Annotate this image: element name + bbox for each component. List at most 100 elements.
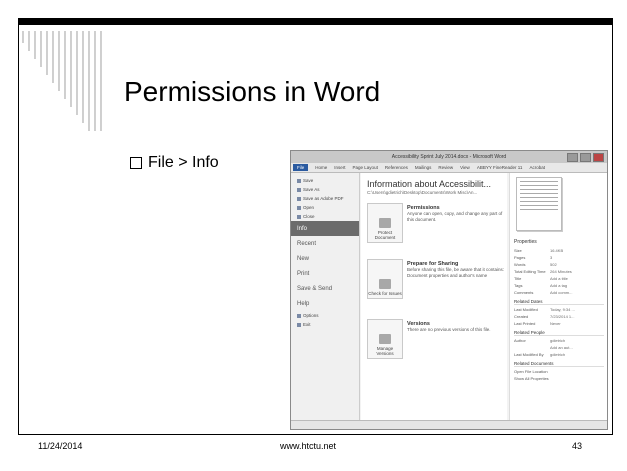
property-key: Created xyxy=(514,314,529,319)
tab-file[interactable]: File xyxy=(293,164,309,171)
slide-title: Permissions in Word xyxy=(124,76,381,107)
word-screenshot: Accessibility Sprint July 2014.docx - Mi… xyxy=(290,150,608,430)
show-all-properties-link[interactable]: Show All Properties xyxy=(510,375,607,382)
folder-icon xyxy=(297,205,301,210)
tab-acrobat[interactable]: Acrobat xyxy=(529,165,545,170)
property-value[interactable]: Add an aut... xyxy=(550,345,573,350)
info-title: Information about Accessibilit... xyxy=(367,179,492,189)
properties-heading[interactable]: Properties xyxy=(514,239,607,245)
property-row: Words 502 xyxy=(510,261,607,268)
sidebar-item-save-pdf[interactable]: Save as Adobe PDF xyxy=(291,194,359,203)
property-value[interactable]: Add a tag xyxy=(550,283,567,288)
checkbox-bullet-icon xyxy=(130,157,142,169)
decorative-stripes xyxy=(22,31,102,131)
horizontal-scrollbar[interactable] xyxy=(291,420,607,429)
sidebar-item-save[interactable]: Save xyxy=(291,176,359,185)
permissions-desc: Anyone can open, copy, and change any pa… xyxy=(407,211,503,222)
protect-document-button[interactable]: Protect Document xyxy=(367,203,403,243)
inspect-icon xyxy=(379,279,391,289)
properties-panel: Properties Size 16.4KB Pages 3 Words 502 Total… xyxy=(509,173,607,421)
sidebar-item-save-send[interactable]: Save & Send xyxy=(291,281,359,296)
property-row: Total Editing Time 264 Minutes xyxy=(510,268,607,275)
tab-page-layout[interactable]: Page Layout xyxy=(353,165,378,170)
property-value[interactable]: Never xyxy=(550,321,561,326)
property-key: Words xyxy=(514,262,526,267)
sidebar-item-exit[interactable]: Exit xyxy=(291,320,359,329)
window-controls xyxy=(567,153,604,162)
sidebar-item-save-as[interactable]: Save As xyxy=(291,185,359,194)
top-rule xyxy=(18,18,613,25)
tab-insert[interactable]: Insert xyxy=(334,165,345,170)
tab-references[interactable]: References xyxy=(385,165,408,170)
person-row: Add an aut... xyxy=(510,344,607,351)
property-value[interactable]: 502 xyxy=(550,262,557,267)
property-row: Title Add a title xyxy=(510,275,607,282)
property-value[interactable]: gdietrich xyxy=(550,352,565,357)
ribbon-tabs: File Home Insert Page Layout References … xyxy=(291,163,607,173)
sidebar-item-open[interactable]: Open xyxy=(291,203,359,212)
sidebar-item-label: Exit xyxy=(303,322,311,327)
maximize-icon[interactable] xyxy=(580,153,591,162)
button-label: Manage Versions xyxy=(376,346,394,356)
related-dates-heading: Related Dates xyxy=(514,299,604,305)
manage-versions-button[interactable]: Manage Versions xyxy=(367,319,403,359)
property-key: Last Modified xyxy=(514,307,538,312)
options-icon xyxy=(297,313,301,318)
frame-left xyxy=(18,25,19,435)
sidebar-item-new[interactable]: New xyxy=(291,251,359,266)
property-row: Tags Add a tag xyxy=(510,282,607,289)
info-panel: Information about Accessibilit... C:\Use… xyxy=(361,173,507,421)
check-for-issues-button[interactable]: Check for Issues xyxy=(367,259,403,299)
frame-bottom xyxy=(18,434,613,435)
property-key: Size xyxy=(514,248,522,253)
tab-abbyy[interactable]: ABBYY FineReader 11 xyxy=(477,165,523,170)
property-key: Last Printed xyxy=(514,321,536,326)
sidebar-item-info[interactable]: Info xyxy=(291,221,359,236)
property-key: Total Editing Time xyxy=(514,269,546,274)
tab-view[interactable]: View xyxy=(460,165,470,170)
property-value[interactable]: Today, 9:34 ... xyxy=(550,307,575,312)
sidebar-item-label: Open xyxy=(303,205,315,210)
related-docs-heading: Related Documents xyxy=(514,361,604,367)
versions-section: Manage Versions Versions There are no pr… xyxy=(367,319,507,369)
property-key: Last Modified By xyxy=(514,352,544,357)
tab-review[interactable]: Review xyxy=(438,165,453,170)
tab-home[interactable]: Home xyxy=(315,165,327,170)
property-key: Author xyxy=(514,338,526,343)
sidebar-item-label: Save As xyxy=(303,187,320,192)
close-file-icon xyxy=(297,214,301,219)
person-row: Author gdietrich xyxy=(510,337,607,344)
property-value[interactable]: 264 Minutes xyxy=(550,269,572,274)
tab-mailings[interactable]: Mailings xyxy=(415,165,432,170)
sidebar-item-close[interactable]: Close xyxy=(291,212,359,221)
backstage-sidebar: Save Save As Save as Adobe PDF Open Clos… xyxy=(291,173,360,421)
minimize-icon[interactable] xyxy=(567,153,578,162)
property-value[interactable]: gdietrich xyxy=(550,338,565,343)
sidebar-item-recent[interactable]: Recent xyxy=(291,236,359,251)
property-row: Comments Add comm... xyxy=(510,289,607,296)
person-row: Last Modified By gdietrich xyxy=(510,351,607,358)
file-path: C:\Users\gdietrich\Desktop\Documents\Wor… xyxy=(367,190,478,195)
sidebar-item-label: Close xyxy=(303,214,315,219)
property-key: Tags xyxy=(514,283,523,288)
date-row: Created 7/23/2014 1... xyxy=(510,313,607,320)
related-people-list: Author gdietrich Add an aut... Last Modifie… xyxy=(510,337,607,358)
sidebar-item-help[interactable]: Help xyxy=(291,296,359,311)
pdf-icon xyxy=(297,196,301,201)
property-value[interactable]: 3 xyxy=(550,255,552,260)
property-value[interactable]: 16.4KB xyxy=(550,248,563,253)
related-dates-list: Last Modified Today, 9:34 ... Created 7/23/… xyxy=(510,306,607,327)
sidebar-item-options[interactable]: Options xyxy=(291,311,359,320)
open-file-location-link[interactable]: Open File Location xyxy=(510,368,607,375)
exit-icon xyxy=(297,322,301,327)
permissions-section: Protect Document Permissions Anyone can … xyxy=(367,203,507,253)
sidebar-item-print[interactable]: Print xyxy=(291,266,359,281)
close-icon[interactable] xyxy=(593,153,604,162)
property-value[interactable]: Add a title xyxy=(550,276,568,281)
property-row: Pages 3 xyxy=(510,254,607,261)
versions-icon xyxy=(379,334,391,344)
sidebar-item-label: Save xyxy=(303,178,314,183)
property-value[interactable]: Add comm... xyxy=(550,290,572,295)
save-icon xyxy=(297,178,301,183)
property-value[interactable]: 7/23/2014 1... xyxy=(550,314,574,319)
